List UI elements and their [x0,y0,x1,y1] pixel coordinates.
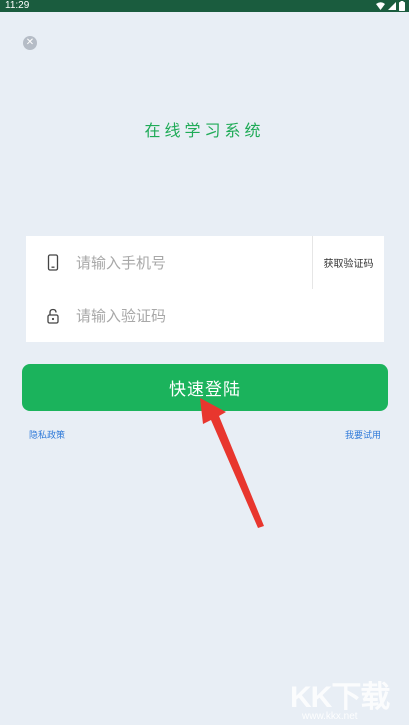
login-button[interactable]: 快速登陆 [22,364,388,411]
login-form: 获取验证码 [26,236,384,342]
phone-icon [47,254,59,271]
code-input[interactable] [76,303,306,329]
privacy-policy-link[interactable]: 隐私政策 [29,428,65,441]
close-button[interactable]: ✕ [23,36,37,50]
status-time: 11:29 [5,0,30,11]
app-title: 在线学习系统 [144,121,265,140]
code-row [26,289,384,342]
phone-input[interactable] [76,250,306,276]
close-icon: ✕ [25,37,35,48]
signal-icon [388,2,396,10]
battery-icon [399,1,405,11]
get-code-button[interactable]: 获取验证码 [313,236,384,289]
status-icons [376,1,405,11]
lock-icon [47,308,59,324]
annotation-arrow [200,398,264,528]
watermark-logo: KK下载 [290,681,390,714]
trial-link[interactable]: 我要试用 [345,428,381,441]
watermark-url: www.kkx.net [302,711,358,722]
phone-row: 获取验证码 [26,236,384,289]
wifi-icon [376,2,385,10]
status-bar: 11:29 [0,0,409,12]
